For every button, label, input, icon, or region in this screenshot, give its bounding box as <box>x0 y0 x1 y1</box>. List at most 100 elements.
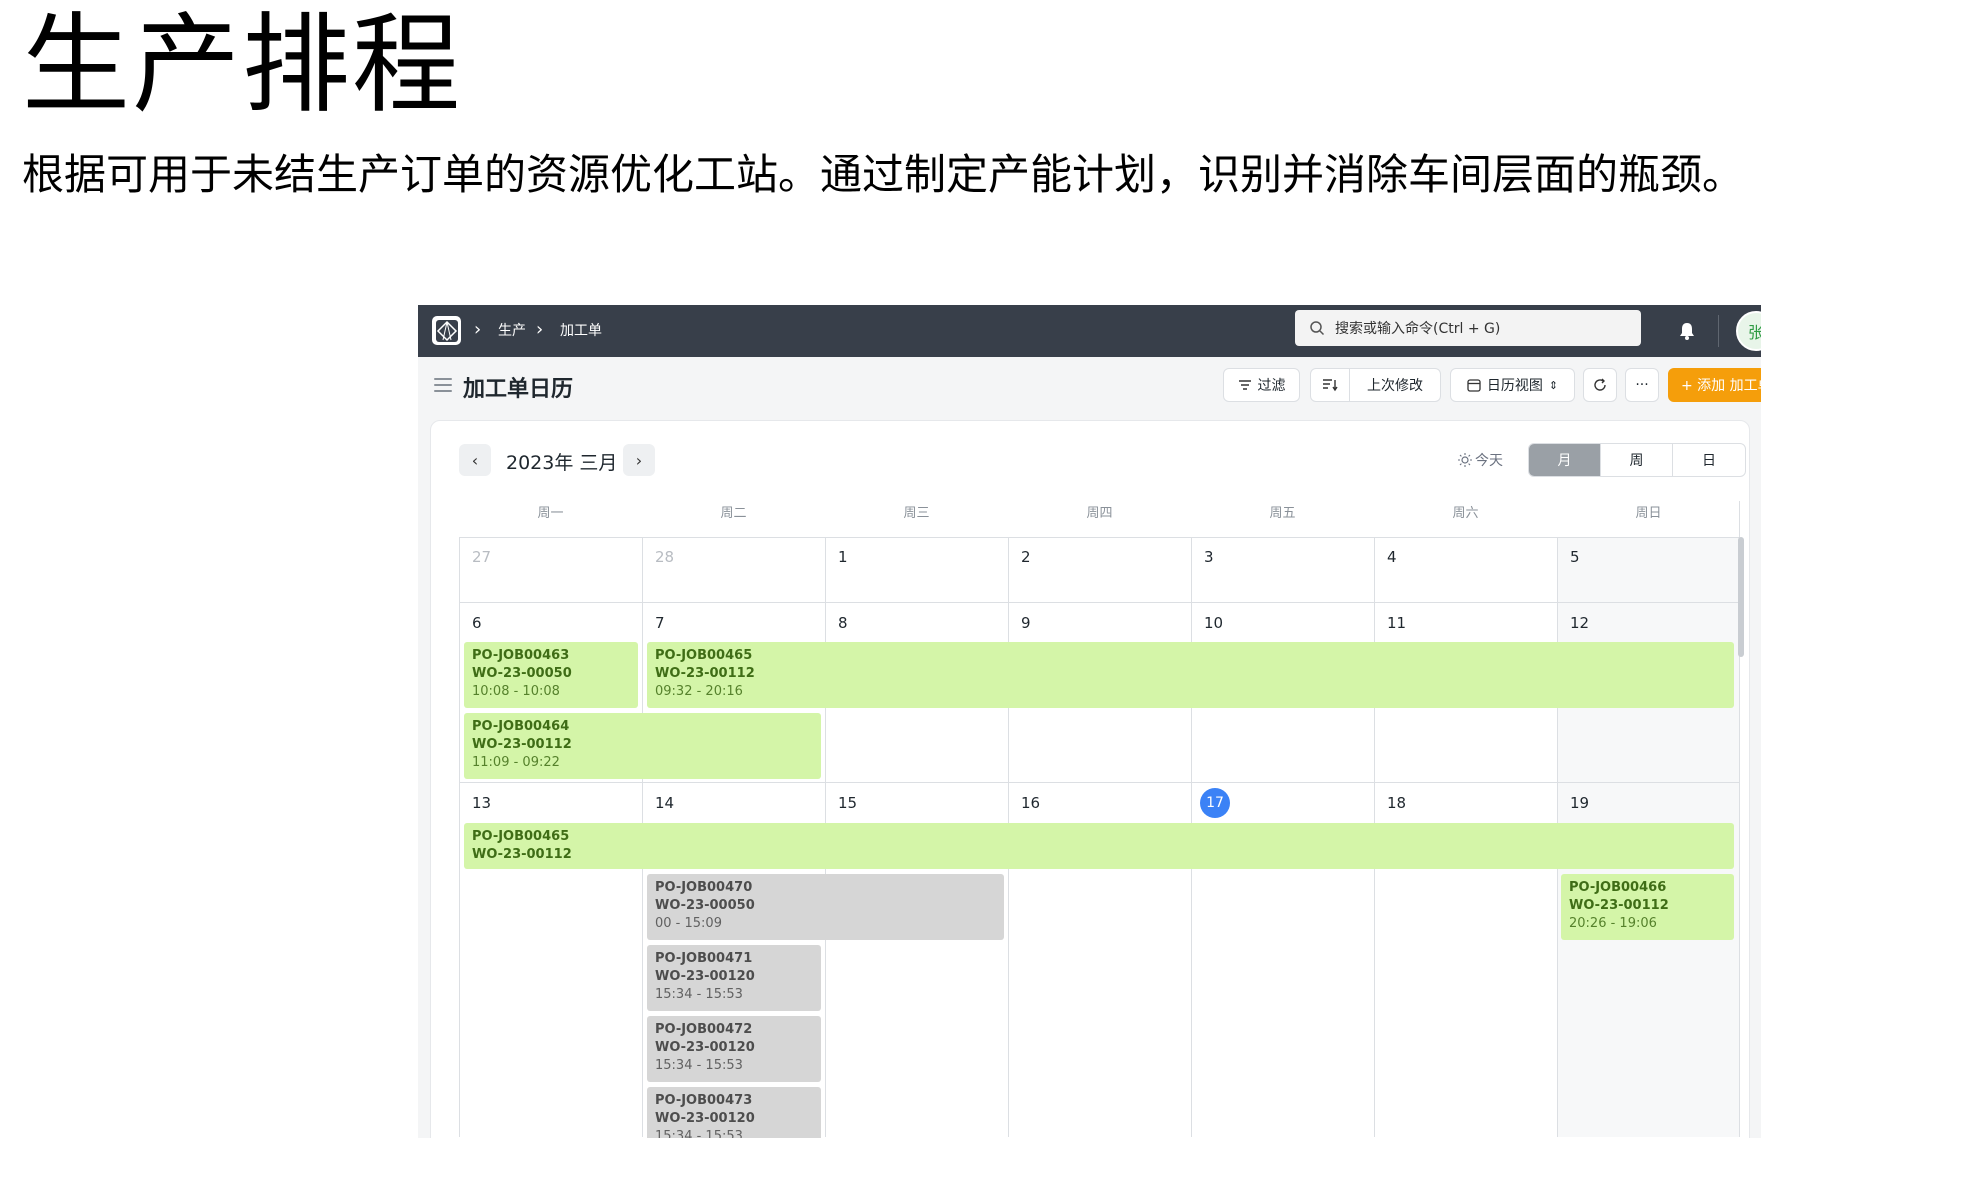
view-toggle-group: 月 周 日 <box>1528 443 1746 477</box>
calendar-icon <box>1467 379 1481 392</box>
more-actions-button[interactable]: ··· <box>1625 368 1659 402</box>
day-number[interactable]: 27 <box>472 548 491 566</box>
app-logo-icon[interactable] <box>432 316 461 345</box>
day-number[interactable]: 1 <box>838 548 848 566</box>
event-card[interactable]: PO-JOB00470 WO-23-00050 00 - 15:09 <box>647 874 1004 940</box>
day-number[interactable]: 7 <box>655 614 665 632</box>
event-id: PO-JOB00465 <box>655 648 753 663</box>
filter-button[interactable]: 过滤 <box>1223 368 1300 402</box>
event-id: PO-JOB00463 <box>472 648 570 663</box>
weekday-header: 周五 <box>1269 506 1296 521</box>
event-card[interactable]: PO-JOB00471 WO-23-00120 15:34 - 15:53 <box>647 945 821 1011</box>
sort-icon <box>1323 379 1338 392</box>
sort-direction-button[interactable] <box>1310 368 1350 402</box>
event-id: PO-JOB00466 <box>1569 880 1667 895</box>
calendar-scrollbar[interactable] <box>1738 537 1744 657</box>
chevron-right-icon: › <box>635 450 643 470</box>
search-icon <box>1310 321 1325 336</box>
breadcrumb-job-card[interactable]: 加工单 <box>560 322 602 340</box>
day-number[interactable]: 14 <box>655 794 674 812</box>
day-number[interactable]: 6 <box>472 614 482 632</box>
today-badge[interactable]: 17 <box>1200 788 1230 818</box>
view-label: 日历视图 <box>1486 378 1543 394</box>
event-time: 09:32 - 20:16 <box>655 684 743 699</box>
notification-bell-icon[interactable] <box>1678 321 1696 341</box>
event-card[interactable]: PO-JOB00473 WO-23-00120 15:34 - 15:53 <box>647 1087 821 1138</box>
day-number[interactable]: 18 <box>1387 794 1406 812</box>
event-card[interactable]: PO-JOB00464 WO-23-00112 11:09 - 09:22 <box>464 713 821 779</box>
event-work-order: WO-23-00050 <box>472 666 572 681</box>
chevron-left-icon: ‹ <box>471 450 479 470</box>
refresh-button[interactable] <box>1583 368 1617 402</box>
event-card[interactable]: PO-JOB00466 WO-23-00112 20:26 - 19:06 <box>1561 874 1734 940</box>
search-placeholder: 搜索或输入命令(Ctrl + G) <box>1335 321 1501 337</box>
day-number[interactable]: 28 <box>655 548 674 566</box>
event-time: 10:08 - 10:08 <box>472 684 560 699</box>
event-work-order: WO-23-00112 <box>472 737 572 752</box>
sun-icon <box>1458 453 1472 467</box>
day-number[interactable]: 9 <box>1021 614 1031 632</box>
page-subtitle: 根据可用于未结生产订单的资源优化工站。通过制定产能计划，识别并消除车间层面的瓶颈… <box>22 150 1745 199</box>
event-work-order: WO-23-00050 <box>655 898 755 913</box>
event-id: PO-JOB00472 <box>655 1022 753 1037</box>
chevron-up-down-icon: ⇕ <box>1548 378 1559 392</box>
navbar-divider <box>1718 315 1719 347</box>
event-id: PO-JOB00470 <box>655 880 753 895</box>
day-number[interactable]: 8 <box>838 614 848 632</box>
avatar[interactable]: 张 <box>1736 311 1761 351</box>
day-number[interactable]: 11 <box>1387 614 1406 632</box>
breadcrumb-production[interactable]: 生产 <box>498 322 526 340</box>
view-week-button[interactable]: 周 <box>1601 444 1673 476</box>
page-title: 生产排程 <box>22 3 463 128</box>
day-number[interactable]: 15 <box>838 794 857 812</box>
event-work-order: WO-23-00112 <box>1569 898 1669 913</box>
grid-line <box>459 537 460 1137</box>
navbar: › 生产 › 加工单 搜索或输入命令(Ctrl + G) 张 <box>418 305 1761 357</box>
day-number[interactable]: 12 <box>1570 614 1589 632</box>
event-work-order: WO-23-00120 <box>655 969 755 984</box>
day-number[interactable]: 19 <box>1570 794 1589 812</box>
filter-label: 过滤 <box>1257 378 1286 394</box>
event-card[interactable]: PO-JOB00472 WO-23-00120 15:34 - 15:53 <box>647 1016 821 1082</box>
calendar-card <box>430 420 1750 1138</box>
event-card[interactable]: PO-JOB00465 WO-23-00112 09:32 - 20:16 <box>647 642 1734 708</box>
sidebar-toggle-icon[interactable] <box>434 378 452 392</box>
event-time: 15:34 - 15:53 <box>655 1129 743 1138</box>
next-month-button[interactable]: › <box>623 444 655 476</box>
event-id: PO-JOB00473 <box>655 1093 753 1108</box>
view-switcher-button[interactable]: 日历视图 ⇕ <box>1450 368 1575 402</box>
event-time: 11:09 - 09:22 <box>472 755 560 770</box>
weekday-header: 周一 <box>537 506 564 521</box>
event-time: 20:26 - 19:06 <box>1569 916 1657 931</box>
weekday-header: 周日 <box>1635 506 1662 521</box>
day-number[interactable]: 4 <box>1387 548 1397 566</box>
chevron-right-icon: › <box>536 319 544 340</box>
day-number[interactable]: 10 <box>1204 614 1223 632</box>
event-id: PO-JOB00465 <box>472 829 570 844</box>
app-screenshot: › 生产 › 加工单 搜索或输入命令(Ctrl + G) 张 加工单日历 过滤 … <box>418 305 1761 1138</box>
event-card[interactable]: PO-JOB00463 WO-23-00050 10:08 - 10:08 <box>464 642 638 708</box>
event-work-order: WO-23-00112 <box>655 666 755 681</box>
weekday-header: 周二 <box>720 506 747 521</box>
event-work-order: WO-23-00120 <box>655 1111 755 1126</box>
event-card[interactable]: PO-JOB00465 WO-23-00112 <box>464 823 1734 869</box>
event-work-order: WO-23-00120 <box>655 1040 755 1055</box>
today-button[interactable]: 今天 <box>1458 450 1503 470</box>
event-time: 15:34 - 15:53 <box>655 1058 743 1073</box>
event-id: PO-JOB00464 <box>472 719 570 734</box>
today-label: 今天 <box>1475 453 1503 469</box>
search-bar[interactable]: 搜索或输入命令(Ctrl + G) <box>1295 310 1641 346</box>
view-day-button[interactable]: 日 <box>1673 444 1745 476</box>
day-number[interactable]: 5 <box>1570 548 1580 566</box>
calendar-month-title: 2023年 三月 <box>506 452 618 474</box>
prev-month-button[interactable]: ‹ <box>459 444 491 476</box>
view-month-button[interactable]: 月 <box>1529 444 1601 476</box>
add-job-card-button[interactable]: + 添加 加工单 <box>1668 368 1761 402</box>
day-number[interactable]: 16 <box>1021 794 1040 812</box>
sort-by-button[interactable]: 上次修改 <box>1349 368 1441 402</box>
day-number[interactable]: 13 <box>472 794 491 812</box>
day-number[interactable]: 2 <box>1021 548 1031 566</box>
refresh-icon <box>1594 378 1606 391</box>
day-number[interactable]: 3 <box>1204 548 1214 566</box>
weekday-header: 周三 <box>903 506 930 521</box>
